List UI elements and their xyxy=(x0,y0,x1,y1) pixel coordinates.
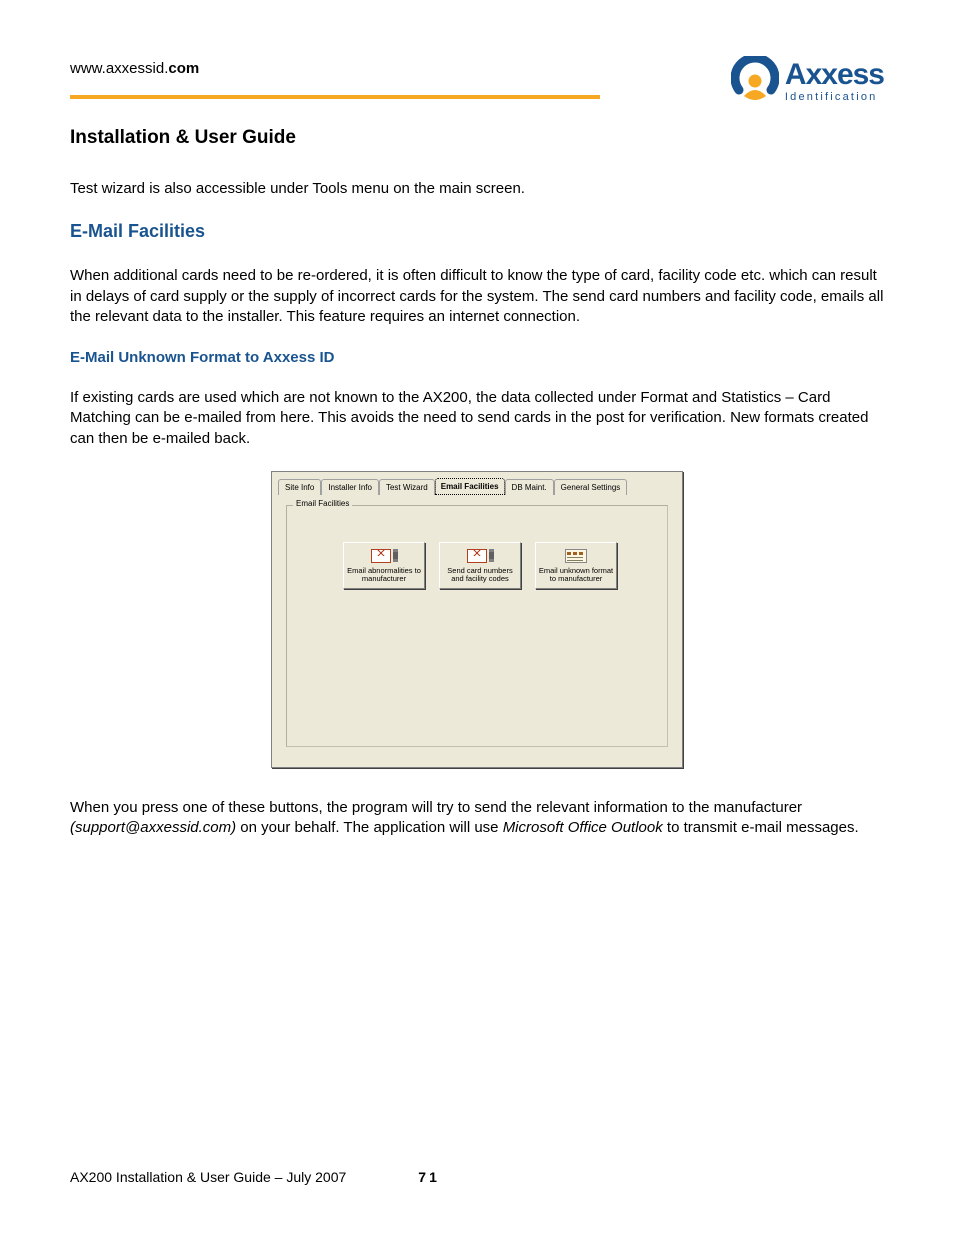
press-mid: on your behalf. The application will use xyxy=(236,819,503,836)
email-unknown-format-button[interactable]: Email unknown format to manufacturer xyxy=(535,542,617,589)
logo-name: Axxess xyxy=(785,60,884,90)
support-email: (support@axxessid.com) xyxy=(70,819,236,836)
document-title: Installation & User Guide xyxy=(70,127,884,149)
header-divider xyxy=(70,95,600,99)
page-header: www.axxessid.com Axxess Identification xyxy=(70,60,884,127)
tab-general-settings[interactable]: General Settings xyxy=(554,479,628,495)
header-left: www.axxessid.com xyxy=(70,60,731,127)
send-card-numbers-button[interactable]: Send card numbers and facility codes xyxy=(439,542,521,589)
axxess-logo: Axxess Identification xyxy=(731,56,884,107)
screenshot-wrapper: Site Info Installer Info Test Wizard Ema… xyxy=(70,471,884,768)
logo-tagline: Identification xyxy=(785,92,884,103)
button-label: Email unknown format to manufacturer xyxy=(538,567,614,584)
tab-installer-info[interactable]: Installer Info xyxy=(321,479,379,495)
unknown-format-paragraph: If existing cards are used which are not… xyxy=(70,388,884,449)
logo-text: Axxess Identification xyxy=(785,60,884,103)
press-buttons-paragraph: When you press one of these buttons, the… xyxy=(70,798,884,839)
mail-icon xyxy=(346,548,422,564)
button-label: Email abnormalities to manufacturer xyxy=(346,567,422,584)
mail-icon xyxy=(442,548,518,564)
dialog-tabstrip: Site Info Installer Info Test Wizard Ema… xyxy=(272,472,682,495)
groupbox-legend: Email Facilities xyxy=(293,499,352,508)
email-facilities-paragraph: When additional cards need to be re-orde… xyxy=(70,266,884,327)
press-post: to transmit e-mail messages. xyxy=(663,819,859,836)
tab-test-wizard[interactable]: Test Wizard xyxy=(379,479,435,495)
outlook-name: Microsoft Office Outlook xyxy=(503,819,663,836)
email-facilities-groupbox: Email Facilities Email abnormalities to … xyxy=(286,505,668,747)
header-url: www.axxessid.com xyxy=(70,60,731,77)
settings-dialog: Site Info Installer Info Test Wizard Ema… xyxy=(271,471,683,768)
footer-page-number: 71 xyxy=(418,1169,440,1185)
document-page: www.axxessid.com Axxess Identification I… xyxy=(0,0,954,1235)
card-icon xyxy=(538,548,614,564)
email-abnormalities-button[interactable]: Email abnormalities to manufacturer xyxy=(343,542,425,589)
press-pre: When you press one of these buttons, the… xyxy=(70,799,802,816)
url-domain: com xyxy=(168,60,199,77)
email-buttons-row: Email abnormalities to manufacturer Send… xyxy=(287,506,667,589)
url-prefix: www.axxessid. xyxy=(70,60,168,77)
button-label: Send card numbers and facility codes xyxy=(442,567,518,584)
tab-site-info[interactable]: Site Info xyxy=(278,479,321,495)
subsection-heading-unknown-format: E-Mail Unknown Format to Axxess ID xyxy=(70,349,884,366)
tab-email-facilities[interactable]: Email Facilities xyxy=(435,478,505,495)
footer-text: AX200 Installation & User Guide – July 2… xyxy=(70,1169,346,1185)
tab-db-maint[interactable]: DB Maint. xyxy=(505,479,554,495)
section-heading-email-facilities: E-Mail Facilities xyxy=(70,221,884,242)
page-footer: AX200 Installation & User Guide – July 2… xyxy=(70,1169,884,1185)
logo-icon xyxy=(731,56,779,107)
intro-paragraph: Test wizard is also accessible under Too… xyxy=(70,179,884,199)
